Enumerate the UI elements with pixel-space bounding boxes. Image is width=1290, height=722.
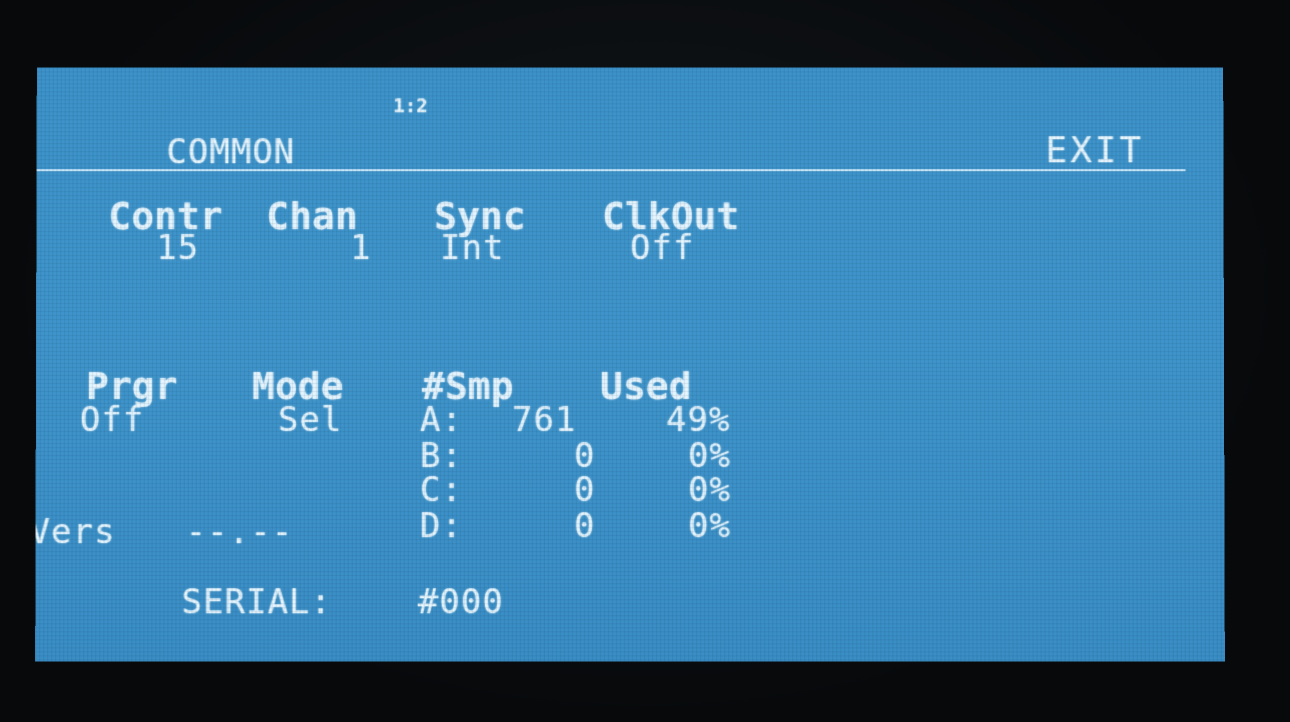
version-value: --.-- (185, 512, 294, 553)
param-chan-label[interactable]: Chan (266, 194, 358, 238)
param-chan-value: 1 (350, 228, 372, 269)
bank-c-used: 0% (688, 470, 732, 511)
bank-d-count: 0 (573, 506, 596, 547)
lcd-screen: 1:2 COMMON EXIT Contr 15 Chan 1 Sync Int… (35, 67, 1225, 662)
exit-button[interactable]: EXIT (1046, 130, 1145, 171)
bank-d-label: D: (419, 506, 463, 547)
serial-value: #000 (417, 582, 504, 623)
header-divider (36, 169, 1186, 172)
param-mode-value: Sel (277, 400, 343, 441)
page-indicator: 1:2 (393, 95, 428, 118)
bank-b-used: 0% (688, 436, 732, 477)
bank-a-label: A: (419, 400, 463, 441)
bank-a-count: 761 (511, 400, 577, 441)
bank-c-count: 0 (573, 470, 596, 511)
param-clkout-value: Off (630, 228, 695, 269)
bank-b-label: B: (419, 436, 463, 477)
bank-d-used: 0% (688, 506, 732, 547)
device-bezel: 1:2 COMMON EXIT Contr 15 Chan 1 Sync Int… (0, 0, 1290, 722)
serial-label: SERIAL: (181, 582, 332, 623)
param-contr-value: 15 (156, 228, 200, 269)
bank-b-count: 0 (573, 436, 596, 477)
param-prgr-value: Off (79, 400, 145, 441)
bank-c-label: C: (419, 470, 463, 511)
bank-a-used: 49% (666, 400, 731, 441)
common-tab[interactable]: COMMON (166, 132, 295, 172)
version-label: Vers (35, 512, 116, 553)
param-sync-value: Int (440, 228, 505, 269)
